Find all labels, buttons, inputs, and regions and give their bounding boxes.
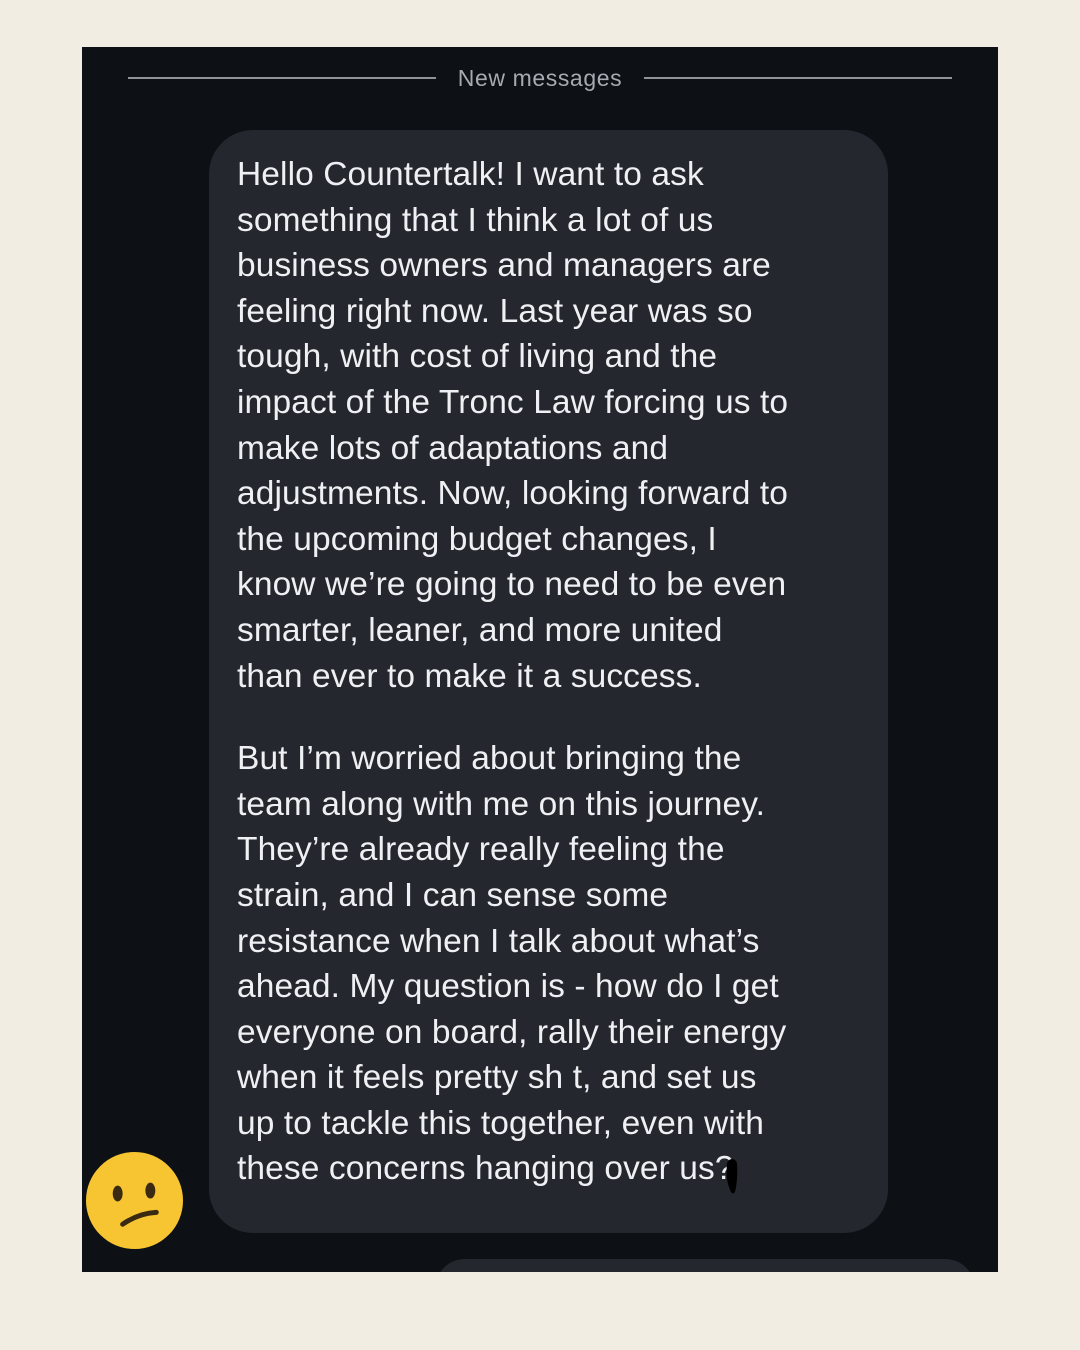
chat-screen: New messages Hello Countertalk! I want t… — [82, 47, 998, 1272]
next-message-bubble[interactable] — [435, 1259, 975, 1272]
text-cursor-icon — [726, 1159, 738, 1194]
message-paragraph: Hello Countertalk! I want to ask somethi… — [237, 156, 789, 695]
confused-face-icon[interactable] — [85, 1151, 184, 1250]
message-paragraph: But I’m worried about bringing the team … — [237, 740, 787, 1188]
new-messages-divider: New messages — [128, 61, 952, 95]
divider-line-right — [644, 77, 952, 79]
message-bubble[interactable]: Hello Countertalk! I want to ask somethi… — [209, 130, 888, 1233]
divider-line-left — [128, 77, 436, 79]
new-messages-label: New messages — [457, 64, 623, 91]
